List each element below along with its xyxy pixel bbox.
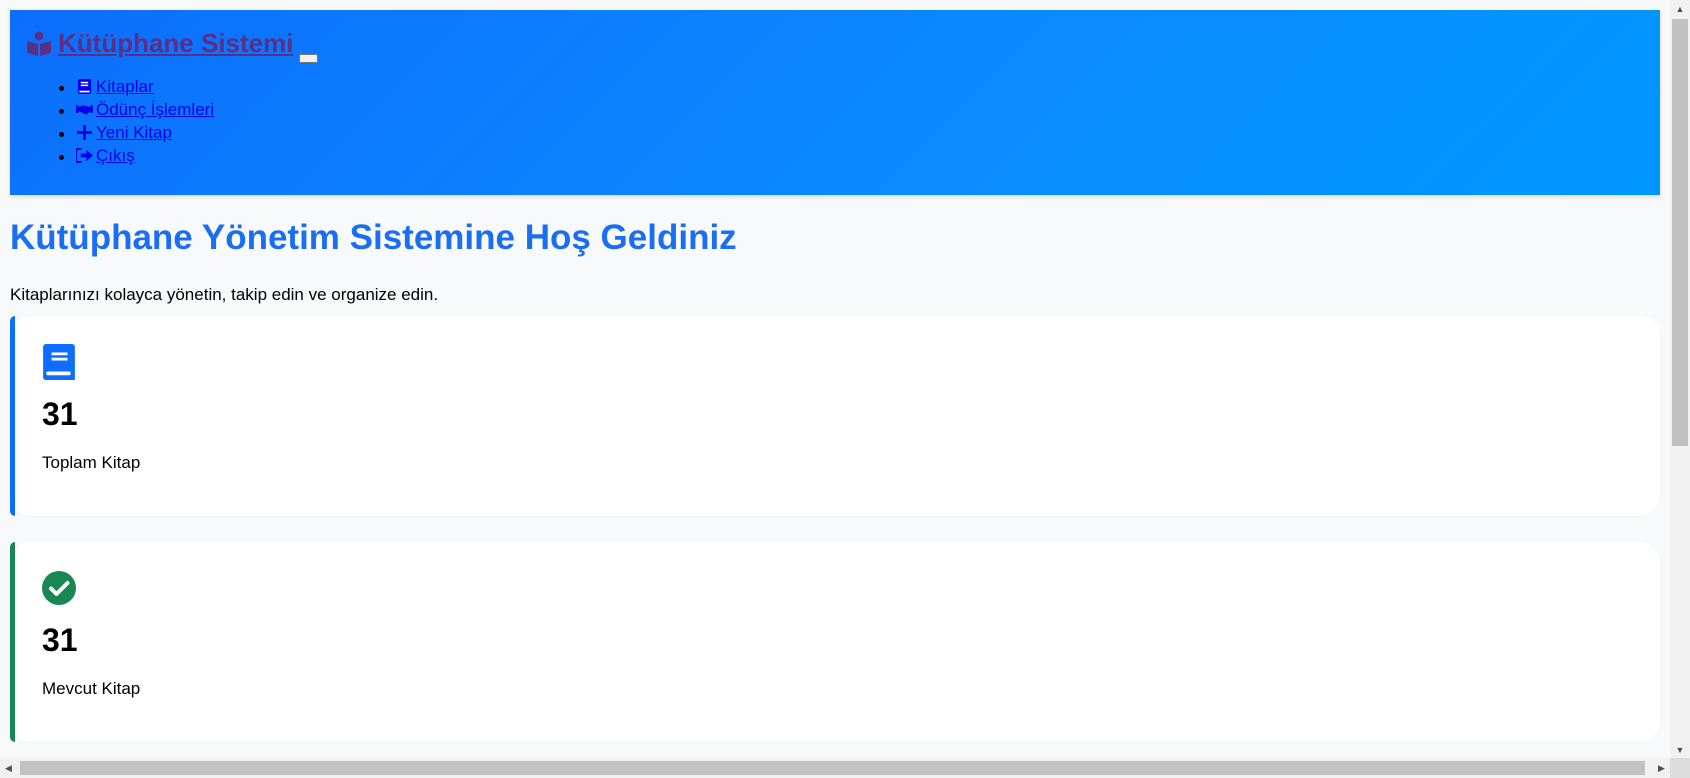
page: Kütüphane Sistemi Kitaplar: [0, 0, 1670, 752]
nav-item-kitaplar: Kitaplar: [76, 76, 1644, 99]
stat-card-available-books: 31 Mevcut Kitap: [10, 542, 1660, 742]
vertical-scroll-thumb[interactable]: [1672, 19, 1688, 446]
scroll-up-arrow-icon[interactable]: ▲: [1670, 0, 1690, 17]
vertical-scrollbar[interactable]: ▲ ▼: [1670, 0, 1690, 758]
stat-label: Toplam Kitap: [42, 453, 141, 472]
nav-label: Ödünç İşlemleri: [96, 99, 215, 119]
brand-link[interactable]: Kütüphane Sistemi: [26, 28, 293, 59]
nav-label: Yeni Kitap: [96, 122, 172, 142]
nav-link-cikis[interactable]: Çıkış: [76, 145, 135, 166]
nav-label: Çıkış: [96, 145, 135, 165]
book-icon: [77, 78, 92, 94]
brand-label: Kütüphane Sistemi: [58, 28, 294, 58]
navbar: Kütüphane Sistemi Kitaplar: [10, 10, 1660, 195]
navbar-toggler-button[interactable]: [299, 53, 319, 63]
horizontal-scroll-thumb[interactable]: [20, 761, 1645, 775]
handshake-icon: [76, 104, 93, 115]
nav-link-yeni-kitap[interactable]: Yeni Kitap: [76, 122, 172, 143]
nav-item-odunc: Ödünç İşlemleri: [76, 99, 1644, 122]
nav-link-odunc-islemleri[interactable]: Ödünç İşlemleri: [76, 99, 214, 120]
scroll-right-arrow-icon[interactable]: ▶: [1653, 758, 1670, 778]
scroll-down-arrow-icon[interactable]: ▼: [1670, 741, 1690, 758]
stat-value: 31: [42, 396, 78, 432]
nav-list: Kitaplar Ödünç İşlemleri: [26, 76, 1644, 168]
page-title: Kütüphane Yönetim Sistemine Hoş Geldiniz: [10, 218, 737, 257]
nav-item-cikis: Çıkış: [76, 145, 1644, 168]
stat-card-total-books: 31 Toplam Kitap: [10, 316, 1660, 516]
stat-value: 31: [42, 622, 78, 658]
page-subtitle: Kitaplarınızı kolayca yönetin, takip edi…: [10, 285, 439, 304]
nav-link-kitaplar[interactable]: Kitaplar: [76, 76, 154, 97]
horizontal-scrollbar[interactable]: ◀ ▶: [0, 758, 1670, 778]
nav-label: Kitaplar: [96, 76, 154, 96]
sign-out-icon: [76, 147, 93, 163]
scrollbar-corner: [1670, 758, 1690, 778]
stat-label: Mevcut Kitap: [42, 679, 141, 698]
person-reading-icon: [27, 31, 51, 56]
book-icon: [43, 344, 75, 380]
browser-viewport: Kütüphane Sistemi Kitaplar: [0, 0, 1670, 758]
nav-item-yeni-kitap: Yeni Kitap: [76, 122, 1644, 145]
scroll-left-arrow-icon[interactable]: ◀: [0, 758, 17, 778]
plus-icon: [77, 124, 92, 140]
check-circle-icon: [42, 571, 76, 605]
